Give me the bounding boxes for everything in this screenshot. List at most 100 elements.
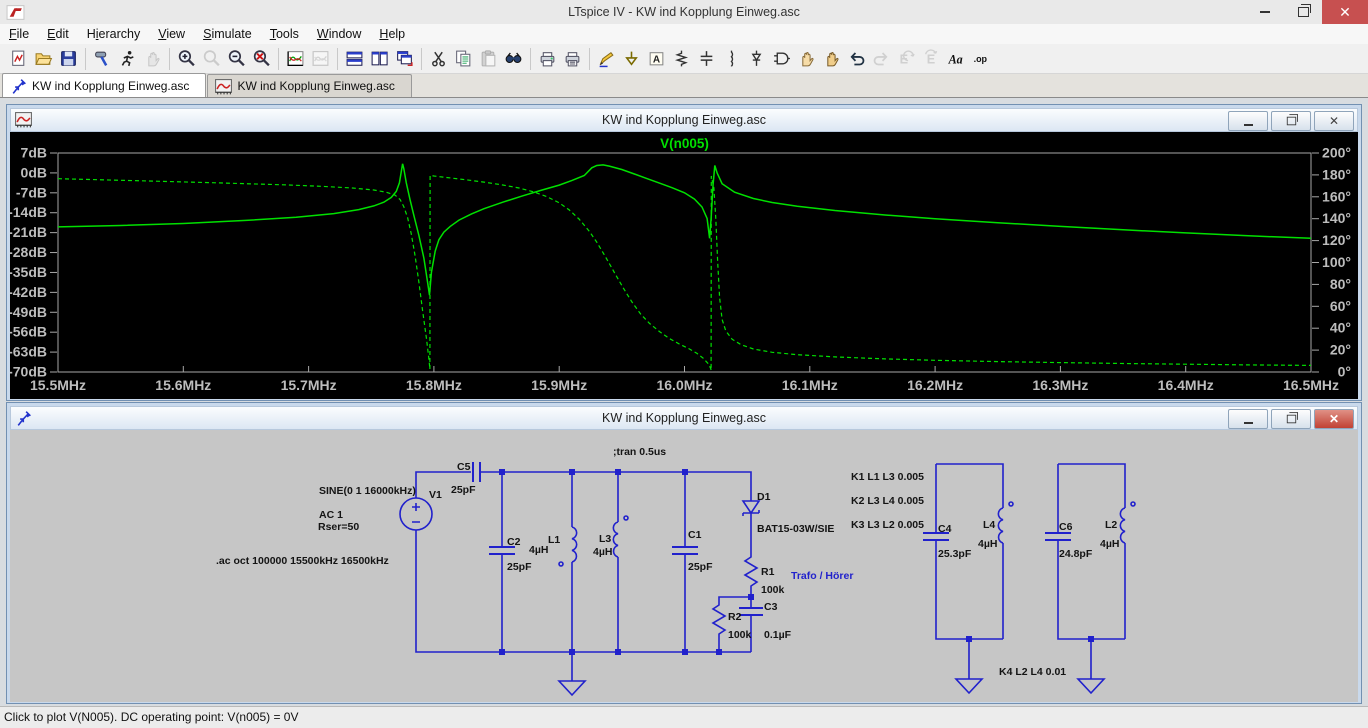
restore-button[interactable] <box>1284 0 1322 24</box>
schematic-label-c3: C3 <box>764 601 778 613</box>
toolbar-find-button[interactable] <box>501 47 526 71</box>
inductor-L2 <box>1120 508 1125 543</box>
schematic-drawing[interactable]: ;tran 0.5usSINE(0 1 16000kHz)V1AC 1Rser=… <box>10 430 1358 702</box>
schematic-label-k2-l3-l4-0-005: K2 L3 L4 0.005 <box>851 495 924 507</box>
phase-dot-L4 <box>1009 502 1013 506</box>
schematic-close-button[interactable]: ✕ <box>1314 409 1354 429</box>
schematic-label-l2: L2 <box>1105 519 1117 531</box>
menu-window[interactable]: Window <box>308 24 370 44</box>
minimize-button[interactable] <box>1246 0 1284 24</box>
status-text: Click to plot V(N005). DC operating poin… <box>4 710 298 724</box>
tab-waveform[interactable]: KW ind Kopplung Einweg.asc <box>207 74 411 97</box>
toolbar-place-component-button[interactable] <box>769 47 794 71</box>
y-left-tick-label: -63dB <box>10 344 47 360</box>
schematic-label-4-h: 4µH <box>529 544 548 556</box>
toolbar-print-button[interactable] <box>560 47 585 71</box>
toolbar-place-ground-button[interactable] <box>619 47 644 71</box>
menu-hierarchy[interactable]: Hierarchy <box>78 24 150 44</box>
schematic-restore-button[interactable] <box>1271 409 1311 429</box>
y-right-tick-label: 200° <box>1322 145 1351 161</box>
toolbar-new-schematic-button[interactable] <box>6 47 31 71</box>
menu-tools[interactable]: Tools <box>261 24 308 44</box>
toolbar-autorange-y-axis-button[interactable] <box>283 47 308 71</box>
schematic-label-c4: C4 <box>938 523 952 535</box>
toolbar-zoom-full-extents-button[interactable] <box>249 47 274 71</box>
waveform-restore-button[interactable] <box>1271 111 1311 131</box>
svg-text:E: E <box>927 52 935 66</box>
toolbar-drag-button[interactable] <box>819 47 844 71</box>
schematic-label-rser-50: Rser=50 <box>318 521 359 533</box>
plot-frame <box>58 153 1311 372</box>
phase-dot-L2 <box>1131 502 1135 506</box>
toolbar-place-capacitor-button[interactable] <box>694 47 719 71</box>
toolbar-spice-directive-button[interactable]: .op <box>969 47 994 71</box>
x-tick-label: 15.8MHz <box>406 377 462 393</box>
toolbar-separator <box>530 48 531 70</box>
waveform-plot[interactable]: 7dB0dB-7dB-14dB-21dB-28dB-35dB-42dB-49dB… <box>10 132 1358 399</box>
schematic-window-title-bar[interactable]: KW ind Kopplung Einweg.asc ✕ <box>10 406 1358 430</box>
y-left-tick-label: -7dB <box>16 184 47 200</box>
x-tick-label: 16.3MHz <box>1032 377 1088 393</box>
inductor-L1 <box>572 527 577 562</box>
toolbar-draw-wire-button[interactable] <box>594 47 619 71</box>
toolbar-control-panel-button[interactable] <box>90 47 115 71</box>
toolbar-place-resistor-button[interactable] <box>669 47 694 71</box>
schematic-label-bat15-03w-sie: BAT15-03W/SIE <box>757 523 834 535</box>
toolbar-place-net-label-button[interactable]: A <box>644 47 669 71</box>
toolbar-place-diode-button[interactable] <box>744 47 769 71</box>
menu-view[interactable]: View <box>149 24 194 44</box>
toolbar-zoom-area-button <box>199 47 224 71</box>
toolbar-zoom-in-button[interactable] <box>174 47 199 71</box>
toolbar-copy-button[interactable] <box>451 47 476 71</box>
toolbar-tile-horizontally-button[interactable] <box>342 47 367 71</box>
y-left-tick-label: -42dB <box>10 284 47 300</box>
toolbar-cut-button[interactable] <box>426 47 451 71</box>
x-tick-label: 16.4MHz <box>1158 377 1214 393</box>
toolbar-cascade-windows-button[interactable] <box>392 47 417 71</box>
tab-schematic[interactable]: KW ind Kopplung Einweg.asc <box>2 73 206 97</box>
menu-edit[interactable]: Edit <box>38 24 78 44</box>
close-button[interactable]: ✕ <box>1322 0 1368 24</box>
schematic-label-ac-oct-100000-15500khz-16500khz: .ac oct 100000 15500kHz 16500kHz <box>216 555 389 567</box>
y-right-tick-label: 20° <box>1330 342 1351 358</box>
schematic-minimize-button[interactable] <box>1228 409 1268 429</box>
schematic-canvas[interactable]: ;tran 0.5usSINE(0 1 16000kHz)V1AC 1Rser=… <box>10 430 1358 702</box>
toolbar-open-button[interactable] <box>31 47 56 71</box>
toolbar-place-inductor-button[interactable] <box>719 47 744 71</box>
toolbar-print-preview-button[interactable] <box>535 47 560 71</box>
toolbar-move-button[interactable] <box>794 47 819 71</box>
menu-help[interactable]: Help <box>370 24 414 44</box>
inductor-L3 <box>613 522 618 557</box>
schematic-doc-icon <box>9 77 27 94</box>
waveform-window-title-bar[interactable]: KW ind Kopplung Einweg.asc ✕ <box>10 108 1358 132</box>
voltage-source-polarity <box>412 503 420 522</box>
toolbar-save-button[interactable] <box>56 47 81 71</box>
toolbar-undo-button[interactable] <box>844 47 869 71</box>
tab-label: KW ind Kopplung Einweg.asc <box>237 79 394 93</box>
waveform-plot-area[interactable]: 7dB0dB-7dB-14dB-21dB-28dB-35dB-42dB-49dB… <box>10 132 1358 399</box>
toolbar-run-button[interactable] <box>115 47 140 71</box>
title-bar[interactable]: LTspice IV - KW ind Kopplung Einweg.asc … <box>0 0 1368 25</box>
toolbar-zoom-out-button[interactable] <box>224 47 249 71</box>
schematic-label-l1: L1 <box>548 534 560 546</box>
schematic-label-k3-l3-l2-0-005: K3 L3 L2 0.005 <box>851 519 924 531</box>
y-right-tick-label: 80° <box>1330 276 1351 292</box>
waveform-minimize-button[interactable] <box>1228 111 1268 131</box>
y-right-tick-label: 0° <box>1338 364 1351 380</box>
y-right-tick-label: 60° <box>1330 298 1351 314</box>
menu-simulate[interactable]: Simulate <box>194 24 261 44</box>
y-left-tick-label: 0dB <box>21 164 47 180</box>
schematic-label-k1-l1-l3-0-005: K1 L1 L3 0.005 <box>851 471 924 483</box>
toolbar-place-text-button[interactable]: Aa <box>944 47 969 71</box>
schematic-label-24-8pf: 24.8pF <box>1059 548 1093 560</box>
schematic-label-trafo-h-rer: Trafo / Hörer <box>791 570 853 582</box>
toolbar-tile-vertically-button[interactable] <box>367 47 392 71</box>
ground-symbols <box>559 679 1104 695</box>
schematic-label-l4: L4 <box>983 519 995 531</box>
menu-file[interactable]: File <box>0 24 38 44</box>
window-title: LTspice IV - KW ind Kopplung Einweg.asc <box>0 0 1368 24</box>
toolbar-mirror-button: E <box>894 47 919 71</box>
schematic-label-d1: D1 <box>757 491 771 503</box>
phase-dot-L1 <box>559 562 563 566</box>
waveform-close-button[interactable]: ✕ <box>1314 111 1354 131</box>
